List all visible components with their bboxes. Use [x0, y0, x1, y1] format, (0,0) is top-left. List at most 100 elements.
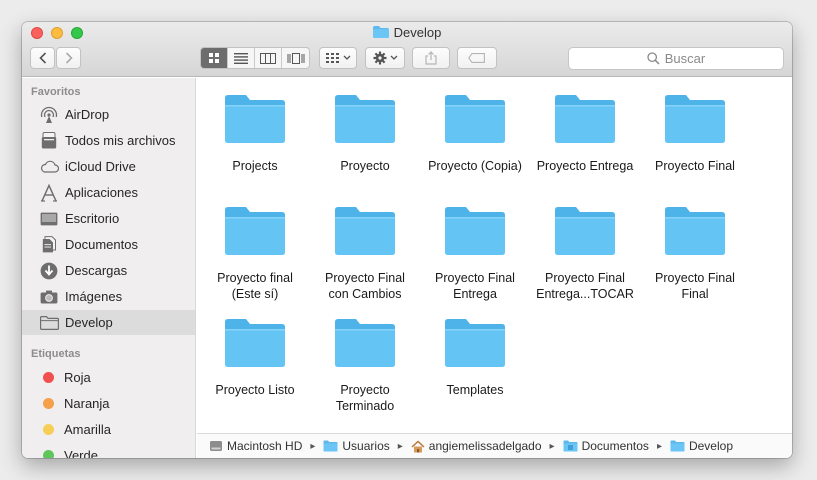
folder-icon: [225, 319, 285, 367]
folder-name: Proyecto (Copia): [428, 159, 522, 173]
chevron-down-icon: [343, 55, 350, 60]
documents-icon: [39, 236, 59, 254]
cover-flow-view-button[interactable]: [282, 48, 309, 68]
folder-item[interactable]: Proyecto: [310, 94, 420, 174]
forward-button[interactable]: [56, 47, 81, 69]
sidebar-item-label: Todos mis archivos: [65, 133, 176, 148]
sidebar-item-icloud[interactable]: iCloud Drive: [22, 154, 195, 179]
tag-icon: [468, 53, 485, 63]
folder-item[interactable]: Templates: [420, 318, 530, 398]
sidebar-item-pictures[interactable]: Imágenes: [22, 284, 195, 309]
folder-icon: [225, 95, 285, 143]
folder-item[interactable]: Proyecto Final Entrega: [420, 206, 530, 302]
folder-name: Proyecto Final: [655, 159, 735, 173]
path-item-develop[interactable]: Develop: [670, 439, 733, 453]
folder-item[interactable]: Proyecto final (Este sí): [200, 206, 310, 302]
sidebar-item-documents[interactable]: Documentos: [22, 232, 195, 257]
camera-icon: [39, 288, 59, 306]
sidebar-item-all-files[interactable]: Todos mis archivos: [22, 128, 195, 153]
action-button[interactable]: [365, 47, 405, 69]
folder-icon: [323, 440, 338, 452]
sidebar-item-label: Imágenes: [65, 289, 123, 304]
sidebar-item-downloads[interactable]: Descargas: [22, 258, 195, 283]
folder-item[interactable]: Proyecto Final Final: [640, 206, 750, 302]
list-view-button[interactable]: [228, 48, 255, 68]
folder-name: Projects: [232, 159, 278, 173]
folder-grid: Projects Proyecto Proyecto (Copia) Proye…: [197, 78, 792, 433]
folder-item[interactable]: Projects: [200, 94, 310, 174]
share-icon: [425, 51, 437, 65]
path-item-documentos[interactable]: Documentos: [563, 439, 649, 453]
sidebar-item-label: Naranja: [64, 396, 110, 411]
column-view-button[interactable]: [255, 48, 282, 68]
orange-tag-dot-icon: [43, 398, 54, 409]
cloud-icon: [39, 158, 59, 176]
sidebar-item-label: iCloud Drive: [65, 159, 136, 174]
chevron-down-icon: [390, 55, 397, 60]
sidebar-item-desktop[interactable]: Escritorio: [22, 206, 195, 231]
folder-icon: [555, 207, 615, 255]
sidebar-item-label: Roja: [64, 370, 91, 385]
folder-icon: [670, 440, 685, 452]
sidebar-item-label: Verde: [64, 448, 98, 458]
share-button[interactable]: [412, 47, 450, 69]
folder-item[interactable]: Proyecto Final con Cambios: [310, 206, 420, 302]
chevron-right-icon: [65, 52, 73, 64]
sidebar-item-airdrop[interactable]: AirDrop: [22, 102, 195, 127]
folder-item[interactable]: Proyecto Entrega: [530, 94, 640, 174]
folder-item[interactable]: Proyecto Final: [640, 94, 750, 174]
hard-drive-icon: [209, 440, 223, 452]
path-item-label: Develop: [688, 439, 733, 453]
folder-icon: [225, 207, 285, 255]
applications-icon: [39, 183, 59, 202]
red-tag-dot-icon: [43, 372, 54, 383]
folder-icon: [335, 319, 395, 367]
folder-name: Templates: [446, 383, 504, 397]
sidebar-item-label: Develop: [65, 315, 113, 330]
folder-icon: [555, 95, 615, 143]
documents-folder-icon: [563, 440, 578, 452]
sidebar: Favoritos AirDrop Todos mis archivos iCl…: [22, 78, 196, 458]
back-button[interactable]: [30, 47, 55, 69]
chevron-left-icon: [38, 52, 46, 64]
sidebar-item-applications[interactable]: Aplicaciones: [22, 180, 195, 205]
folder-name-line2: Entrega: [453, 287, 497, 301]
path-separator-icon: ▸: [656, 440, 662, 452]
search-input[interactable]: Buscar: [568, 47, 784, 70]
folder-item[interactable]: Proyecto (Copia): [420, 94, 530, 174]
icon-view-button[interactable]: [201, 48, 228, 68]
columns-icon: [260, 52, 276, 64]
sidebar-tag-orange[interactable]: Naranja: [22, 391, 195, 416]
path-bar: Macintosh HD ▸ Usuarios ▸ angiemelissade…: [197, 433, 792, 458]
desktop-icon: [39, 210, 59, 228]
folder-name: Proyecto Final: [325, 271, 405, 285]
path-item-label: Macintosh HD: [227, 439, 303, 453]
folder-item[interactable]: Proyecto Listo: [200, 318, 310, 398]
folder-item[interactable]: Proyecto Final Entrega...TOCAR: [530, 206, 640, 302]
folder-icon: [335, 207, 395, 255]
folder-name-line2: Final: [681, 287, 709, 301]
finder-window: Develop Buscar Favoritos AirDrop Todos m…: [22, 22, 792, 458]
list-icon: [234, 52, 248, 64]
folder-item[interactable]: Proyecto Terminado: [310, 318, 420, 414]
path-item-macintosh-hd[interactable]: Macintosh HD: [209, 439, 302, 453]
folder-icon: [445, 319, 505, 367]
sidebar-tag-red[interactable]: Roja: [22, 365, 195, 390]
green-tag-dot-icon: [43, 450, 54, 458]
gear-icon: [373, 51, 386, 65]
path-item-usuarios[interactable]: Usuarios: [323, 439, 390, 453]
folder-name-line2: Terminado: [335, 399, 395, 413]
tags-button[interactable]: [457, 47, 497, 69]
favorites-header: Favoritos: [31, 86, 81, 98]
home-icon: [411, 439, 425, 453]
folder-name-line2: con Cambios: [328, 287, 402, 301]
arrange-button[interactable]: [319, 47, 357, 69]
path-item-home[interactable]: angiemelissadelgado: [411, 439, 542, 453]
folder-name: Proyecto Final: [435, 271, 515, 285]
all-files-icon: [39, 132, 59, 150]
path-separator-icon: ▸: [549, 440, 555, 452]
tags-header: Etiquetas: [31, 348, 81, 360]
sidebar-item-develop[interactable]: Develop: [22, 310, 195, 335]
sidebar-tag-green[interactable]: Verde: [22, 443, 195, 458]
sidebar-tag-yellow[interactable]: Amarilla: [22, 417, 195, 442]
